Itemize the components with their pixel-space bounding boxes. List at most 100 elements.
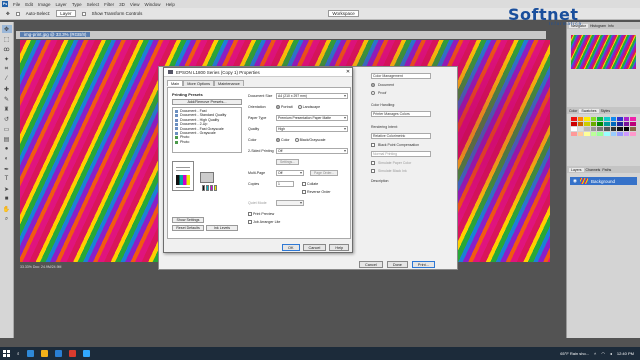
hand-tool-icon[interactable]: ✋ <box>2 205 12 213</box>
job-arranger-checkbox[interactable] <box>248 219 252 224</box>
cancel-button[interactable]: Cancel <box>359 261 383 268</box>
document-size-dropdown[interactable]: A4 (210 x 297 mm) <box>276 92 348 99</box>
move-tool-icon[interactable]: ✥ <box>1 25 12 33</box>
two-sided-settings-button[interactable]: Settings... <box>276 158 300 165</box>
rendering-intent-dropdown[interactable]: Relative Colorimetric <box>371 133 431 139</box>
menu-view[interactable]: View <box>130 2 140 7</box>
navigator-thumbnail[interactable] <box>571 35 636 69</box>
bpc-checkbox[interactable] <box>371 143 375 147</box>
search-icon[interactable]: ⌕ <box>17 351 20 356</box>
marquee-tool-icon[interactable]: ⬚ <box>2 35 12 43</box>
tab-maintenance[interactable]: Maintenance <box>214 80 244 86</box>
cancel-button[interactable]: Cancel <box>302 244 327 251</box>
tab-layers[interactable]: Layers <box>569 167 584 172</box>
ink-levels-button[interactable]: Ink Levels <box>206 225 238 231</box>
multi-page-dropdown[interactable]: Off <box>276 169 304 176</box>
lasso-tool-icon[interactable]: ꝏ <box>2 45 12 53</box>
swatch-grid[interactable] <box>571 117 636 136</box>
color-management-dropdown[interactable]: Color Management <box>371 73 431 79</box>
ok-button[interactable]: OK <box>282 244 300 251</box>
show-settings-button[interactable]: Show Settings <box>172 217 204 223</box>
simulate-paper-checkbox[interactable] <box>371 161 375 165</box>
menu-layer[interactable]: Layer <box>56 2 67 7</box>
collate-checkbox[interactable] <box>302 181 306 186</box>
document-tab[interactable]: img-print.jpg @ 33.3% (RGB/8) <box>16 31 546 39</box>
menu-image[interactable]: Image <box>38 2 51 7</box>
shape-tool-icon[interactable]: ■ <box>2 195 12 203</box>
list-item[interactable]: Photo <box>175 140 239 144</box>
simulate-ink-checkbox[interactable] <box>371 169 375 173</box>
photoshop-taskbar-icon[interactable] <box>82 350 90 357</box>
auto-select-target[interactable]: Layer <box>56 10 76 17</box>
landscape-radio[interactable] <box>297 104 302 109</box>
menu-filter[interactable]: Filter <box>104 2 114 7</box>
clock[interactable]: 12:40 PM <box>617 351 634 356</box>
grayscale-radio[interactable] <box>294 137 299 142</box>
pen-tool-icon[interactable]: ✒ <box>2 165 12 173</box>
history-brush-icon[interactable]: ↺ <box>2 115 12 123</box>
path-select-icon[interactable]: ➤ <box>2 185 12 193</box>
tab-styles[interactable]: Styles <box>601 109 611 113</box>
hard-proof-dropdown[interactable]: Normal Printing <box>371 151 431 157</box>
menu-help[interactable]: Help <box>166 2 175 7</box>
menu-edit[interactable]: Edit <box>25 2 33 7</box>
page-order-button[interactable]: Page Order... <box>310 169 339 176</box>
brush-tool-icon[interactable]: ✎ <box>2 95 12 103</box>
color-handling-dropdown[interactable]: Printer Manages Colors <box>371 111 431 117</box>
zoom-tool-icon[interactable]: ⌕ <box>2 215 12 223</box>
eye-icon[interactable]: ◉ <box>573 178 577 184</box>
workspace-select[interactable]: Workspace <box>328 10 359 17</box>
eyedropper-icon[interactable]: ⁄ <box>2 75 12 83</box>
edge-icon[interactable] <box>26 350 34 357</box>
speaker-icon[interactable]: ◂ <box>610 351 612 356</box>
healing-brush-icon[interactable]: ✚ <box>2 85 12 93</box>
tab-info[interactable]: Info <box>608 24 614 28</box>
proof-radio[interactable] <box>371 91 375 95</box>
menu-3d[interactable]: 3D <box>119 2 125 7</box>
mail-icon[interactable] <box>54 350 62 357</box>
gradient-tool-icon[interactable]: ▤ <box>2 135 12 143</box>
stamp-tool-icon[interactable]: ♜ <box>2 105 12 113</box>
windows-start-icon[interactable] <box>3 350 10 357</box>
weather-status[interactable]: 65°F Rain sho... <box>560 351 589 356</box>
quality-dropdown[interactable]: High <box>276 125 348 132</box>
type-tool-icon[interactable]: T <box>2 175 12 183</box>
color-radio[interactable] <box>276 137 280 142</box>
network-icon[interactable]: ◠ <box>601 351 605 356</box>
blur-tool-icon[interactable]: ● <box>2 145 12 153</box>
print-button[interactable]: Print... <box>411 261 435 268</box>
reset-defaults-button[interactable]: Reset Defaults <box>172 225 204 231</box>
two-sided-dropdown[interactable]: Off <box>276 147 348 154</box>
chevron-up-icon[interactable]: ˄ <box>594 351 596 356</box>
eraser-tool-icon[interactable]: ▭ <box>2 125 12 133</box>
file-explorer-icon[interactable] <box>40 350 48 357</box>
tab-main[interactable]: Main <box>167 80 184 86</box>
office-icon[interactable] <box>68 350 76 357</box>
tab-histogram[interactable]: Histogram <box>590 24 606 28</box>
tab-paths[interactable]: Paths <box>602 168 611 172</box>
copies-stepper[interactable]: 1 <box>276 180 294 187</box>
crop-tool-icon[interactable]: ⌗ <box>2 65 12 73</box>
menu-window[interactable]: Window <box>145 2 161 7</box>
auto-select-checkbox[interactable] <box>15 11 20 16</box>
close-icon[interactable]: ✕ <box>344 69 352 75</box>
tab-more-options[interactable]: More Options <box>183 80 215 86</box>
dodge-tool-icon[interactable]: ◐ <box>2 155 12 163</box>
paper-type-dropdown[interactable]: Premium Presentation Paper Matte <box>276 114 348 121</box>
menu-type[interactable]: Type <box>72 2 82 7</box>
show-transform-checkbox[interactable] <box>81 11 86 16</box>
magic-wand-icon[interactable]: ✦ <box>2 55 12 63</box>
help-button[interactable]: Help <box>329 244 350 251</box>
menu-select[interactable]: Select <box>87 2 100 7</box>
tab-channels[interactable]: Channels <box>586 168 601 172</box>
reverse-order-checkbox[interactable] <box>302 189 306 194</box>
done-button[interactable]: Done <box>386 261 408 268</box>
print-preview-checkbox[interactable] <box>248 211 252 216</box>
menu-file[interactable]: File <box>13 2 20 7</box>
add-remove-presets-button[interactable]: Add/Remove Presets... <box>172 99 242 105</box>
portrait-radio[interactable] <box>276 104 280 109</box>
tab-color[interactable]: Color <box>569 109 577 113</box>
tab-swatches[interactable]: Swatches <box>579 108 599 113</box>
quiet-mode-dropdown[interactable] <box>276 199 304 206</box>
layer-row[interactable]: ◉ Background <box>570 177 637 185</box>
